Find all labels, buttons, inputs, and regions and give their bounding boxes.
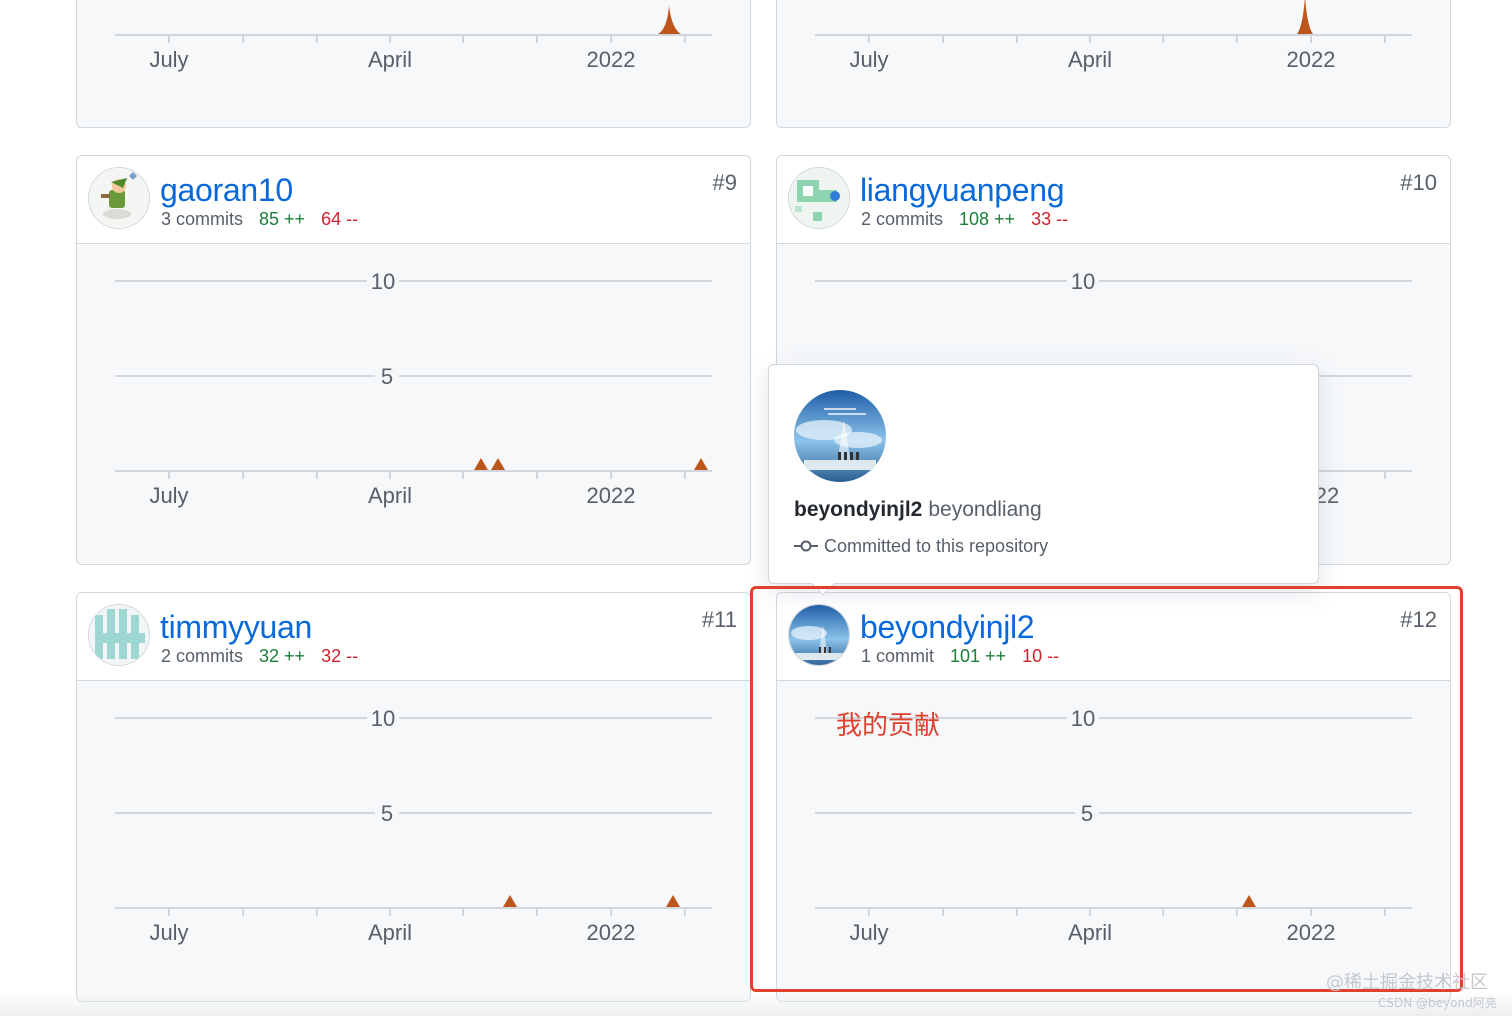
- commit-icon: [794, 540, 818, 552]
- additions-count: 32 ++: [259, 646, 306, 666]
- x-ticks: [1310, 471, 1386, 479]
- hovercard-note-text: Committed to this repository: [824, 536, 1049, 556]
- rank-label: #9: [712, 170, 737, 195]
- y-tick-label: 10: [371, 269, 395, 294]
- user-hovercard: beyondyinjl2 beyondliang Committed to thi…: [768, 364, 1319, 596]
- additions-count: 85 ++: [259, 209, 306, 229]
- contribution-stats: 3 commits 85 ++ 64 --: [161, 208, 358, 230]
- contribution-chart: 10 5 July April 2022: [115, 705, 712, 945]
- y-tick-label: 10: [371, 706, 395, 731]
- hovercard-names: beyondyinjl2 beyondliang: [794, 498, 1042, 522]
- username-link[interactable]: gaoran10: [160, 170, 293, 210]
- avatar[interactable]: [88, 167, 150, 229]
- contribution-chart: July April 2022: [115, 6, 712, 72]
- bottom-fade: [0, 992, 1512, 1016]
- contribution-spike: [658, 6, 681, 34]
- card-header: gaoran10 3 commits 85 ++ 64 -- #9: [77, 156, 750, 244]
- rank-label: #10: [1400, 170, 1437, 195]
- deletions-count: 32 --: [321, 646, 359, 666]
- x-tick-label: July: [149, 483, 188, 508]
- commit-count[interactable]: 2 commits: [161, 646, 243, 666]
- x-ticks: [168, 35, 686, 43]
- contribution-stats: 2 commits 108 ++ 33 --: [861, 208, 1068, 230]
- commit-count[interactable]: 2 commits: [861, 209, 943, 229]
- contributor-card-top-right: July April 2022: [776, 0, 1451, 128]
- y-tick-label: 5: [381, 364, 393, 389]
- x-tick-label: April: [368, 47, 412, 72]
- contribution-spike: [666, 895, 680, 907]
- contribution-stats: 2 commits 32 ++ 32 --: [161, 645, 358, 667]
- contribution-chart: July April 2022: [815, 0, 1412, 72]
- annotation-text: 我的贡献: [836, 711, 941, 741]
- deletions-count: 33 --: [1031, 209, 1069, 229]
- commit-count[interactable]: 3 commits: [161, 209, 243, 229]
- card-header: liangyuanpeng 2 commits 108 ++ 33 -- #10: [777, 156, 1450, 244]
- x-tick-label: April: [368, 483, 412, 508]
- x-tick-label: 2022: [587, 920, 636, 945]
- rank-label: #11: [701, 607, 737, 632]
- contributor-card: gaoran10 3 commits 85 ++ 64 -- #9 10 5 Jul…: [76, 155, 751, 565]
- highlight-box: [750, 586, 1463, 992]
- x-tick-label: 2022: [587, 483, 636, 508]
- contribution-spike: [694, 458, 708, 470]
- x-ticks: [868, 35, 1386, 43]
- x-tick-label: July: [149, 920, 188, 945]
- x-ticks: [168, 471, 686, 479]
- contribution-spike: [474, 458, 488, 470]
- contribution-spike: [1297, 0, 1313, 34]
- watermark: @稀土掘金技术社区: [1326, 972, 1488, 993]
- x-tick-label: July: [849, 47, 888, 72]
- x-tick-label: July: [149, 47, 188, 72]
- hovercard-login[interactable]: beyondyinjl2: [794, 498, 922, 521]
- x-tick-label: April: [368, 920, 412, 945]
- username-link[interactable]: timmyyuan: [160, 607, 312, 647]
- contributor-card-top-left: July April 2022: [76, 0, 751, 128]
- watermark-secondary: CSDN @beyond阿亮: [1378, 996, 1497, 1010]
- contribution-spike: [503, 895, 517, 907]
- card-header: timmyyuan 2 commits 32 ++ 32 -- #11: [77, 593, 750, 681]
- y-tick-label: 10: [1071, 269, 1095, 294]
- avatar[interactable]: [788, 167, 850, 229]
- username-link[interactable]: liangyuanpeng: [860, 170, 1065, 210]
- additions-count: 108 ++: [959, 209, 1016, 229]
- x-tick-label: 2022: [587, 47, 636, 72]
- hovercard-avatar[interactable]: [794, 390, 886, 482]
- deletions-count: 64 --: [321, 209, 359, 229]
- x-ticks: [168, 908, 686, 916]
- hovercard-fullname: beyondliang: [928, 498, 1042, 521]
- contribution-spike: [491, 458, 505, 470]
- hovercard-note: Committed to this repository: [794, 536, 1048, 557]
- x-tick-label: 2022: [1287, 47, 1336, 72]
- avatar[interactable]: [88, 604, 150, 666]
- contribution-chart: 10 5 July April 2022: [115, 268, 712, 508]
- x-tick-label: April: [1068, 47, 1112, 72]
- contributor-card: timmyyuan 2 commits 32 ++ 32 -- #11 10 5 J…: [76, 592, 751, 1002]
- y-tick-label: 5: [381, 801, 393, 826]
